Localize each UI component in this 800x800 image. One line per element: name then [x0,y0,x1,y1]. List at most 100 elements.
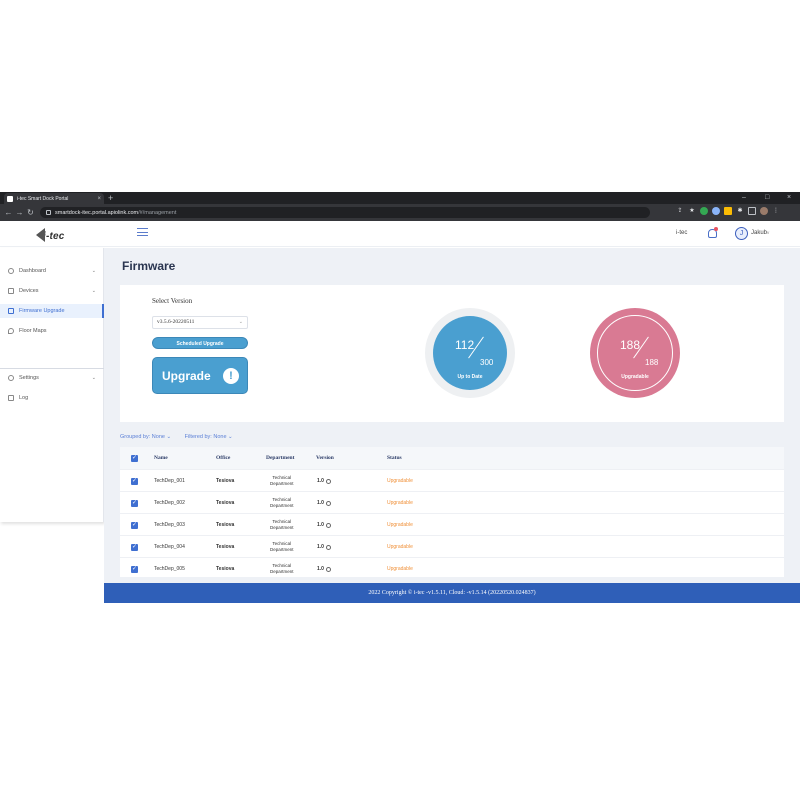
version-value: 1.0 [317,500,324,506]
alert-icon: ! [223,368,239,384]
reload-icon[interactable]: ↻ [25,208,36,217]
device-office: Tesiova [216,478,235,484]
logo-text: i-tec [43,230,65,242]
sidebar: Dashboard ⌄ Devices ⌄ Firmware Upgrade F… [0,248,104,522]
sidebar-item-floor-maps[interactable]: Floor Maps [0,324,104,338]
table-row[interactable]: ✓ TechDep_002 Tesiova Technical Department 1.… [120,491,784,513]
device-department: Technical Department [270,558,294,580]
department-line-2: Department [270,569,294,574]
row-checkbox[interactable]: ✓ [131,514,138,536]
sidebar-item-label: Log [19,395,29,401]
user-avatar[interactable]: J [735,227,748,240]
device-office: Tesiova [216,500,235,506]
column-header-version[interactable]: Version [316,447,334,469]
share-icon[interactable]: ⇪ [676,207,684,215]
upgrade-button[interactable]: Upgrade ! [152,357,248,394]
sidepanel-icon[interactable] [748,207,756,215]
sidebar-item-settings[interactable]: Settings ⌄ [0,371,104,385]
row-checkbox[interactable]: ✓ [131,536,138,558]
info-icon[interactable] [325,500,331,506]
device-office: Tesiova [216,522,235,528]
select-all-checkbox[interactable]: ✓ [131,447,138,469]
sidebar-divider [0,368,104,369]
maximize-icon[interactable]: □ [765,193,769,203]
url-input[interactable]: smartdock-itec.portal.apiolink.com /#/ma… [40,207,650,218]
table-row[interactable]: ✓ TechDep_003 Tesiova Technical Department 1.… [120,513,784,535]
scheduled-upgrade-button[interactable]: Scheduled Upgrade [152,337,248,349]
info-icon[interactable] [325,566,331,572]
minimize-icon[interactable]: – [742,193,746,203]
upgradable-gauge: 188 188 Upgradable [590,308,680,398]
checkbox-check-icon: ✓ [131,521,138,529]
extension-green-icon[interactable] [700,207,708,215]
sidebar-item-devices[interactable]: Devices ⌄ [0,284,104,298]
device-status: Upgradable [387,566,413,572]
table-row[interactable]: ✓ TechDep_005 Tesiova Technical Department 1.… [120,557,784,579]
close-window-icon[interactable]: × [787,193,791,203]
column-header-status[interactable]: Status [387,447,402,469]
device-department: Technical Department [270,514,294,536]
browser-address-bar: ← → ↻ smartdock-itec.portal.apiolink.com… [0,204,800,221]
profile-avatar-icon[interactable] [760,207,768,215]
browser-tab[interactable]: i-tec Smart Dock Portal × [4,193,104,204]
device-office: Tesiova [216,544,235,550]
device-department: Technical Department [270,536,294,558]
grouped-by-dropdown[interactable]: Grouped by: None ⌄ [120,434,171,440]
up-to-date-gauge: 112 300 Up to Date [425,308,515,398]
puzzle-icon[interactable]: ✱ [736,207,744,215]
page-title: Firmware [122,259,176,273]
upgradable-gauge-fill: 188 188 Upgradable [597,315,673,391]
filtered-by-dropdown[interactable]: Filtered by: None ⌄ [185,434,233,440]
table-row[interactable]: ✓ TechDep_001 Tesiova Technical Department 1.… [120,469,784,491]
info-icon[interactable] [325,522,331,528]
device-status: Upgradable [387,522,413,528]
info-icon[interactable] [325,478,331,484]
extension-blue-icon[interactable] [712,207,720,215]
chevron-down-icon: ⌄ [91,288,96,294]
sidebar-item-log[interactable]: Log [0,391,104,405]
version-value: 1.0 [317,566,324,572]
column-header-department[interactable]: Department [266,447,294,469]
up-to-date-count: 112 [455,338,475,352]
table-row[interactable]: ✓ TechDep_004 Tesiova Technical Department 1.… [120,535,784,557]
column-header-name[interactable]: Name [154,447,168,469]
sidebar-item-dashboard[interactable]: Dashboard ⌄ [0,264,104,278]
up-to-date-total: 300 [480,358,494,367]
row-checkbox[interactable]: ✓ [131,558,138,580]
department-line-2: Department [270,547,294,552]
device-version: 1.0 [317,492,331,514]
department-line-2: Department [270,525,294,530]
sidebar-item-label: Devices [19,288,39,294]
sidebar-item-label: Firmware Upgrade [19,308,65,314]
forward-icon[interactable]: → [14,208,25,217]
back-icon[interactable]: ← [3,208,14,217]
version-value: 1.0 [317,522,324,528]
bookmark-star-icon[interactable]: ★ [688,207,696,215]
sidebar-item-label: Settings [19,375,39,381]
version-value: 1.0 [317,478,324,484]
extension-icons: ⇪ ★ ✱ ⋮ [676,207,780,215]
new-tab-button[interactable]: + [108,193,113,203]
selected-version: v3.5.6-20220511 [157,319,195,325]
user-menu[interactable]: Jakubv [751,230,769,236]
device-department: Technical Department [270,492,294,514]
menu-collapse-icon[interactable] [137,228,148,237]
column-header-office[interactable]: Office [216,447,230,469]
row-checkbox[interactable]: ✓ [131,470,138,492]
select-version-label: Select Version [152,297,193,305]
more-menu-icon[interactable]: ⋮ [772,207,780,215]
sidebar-item-label: Dashboard [19,268,46,274]
sidebar-item-firmware-upgrade[interactable]: Firmware Upgrade [0,304,104,318]
log-icon [8,395,14,401]
organization-label[interactable]: i-tec [676,230,687,236]
extension-yellow-icon[interactable] [724,207,732,215]
device-department: Technical Department [270,470,294,492]
row-checkbox[interactable]: ✓ [131,492,138,514]
tab-close-icon[interactable]: × [97,196,101,202]
dashboard-icon [8,268,14,274]
version-value: 1.0 [317,544,324,550]
itec-logo[interactable]: i-tec [36,228,65,243]
info-icon[interactable] [325,544,331,550]
checkbox-check-icon: ✓ [131,499,138,507]
version-select[interactable]: v3.5.6-20220511 ⌄ [152,316,248,329]
